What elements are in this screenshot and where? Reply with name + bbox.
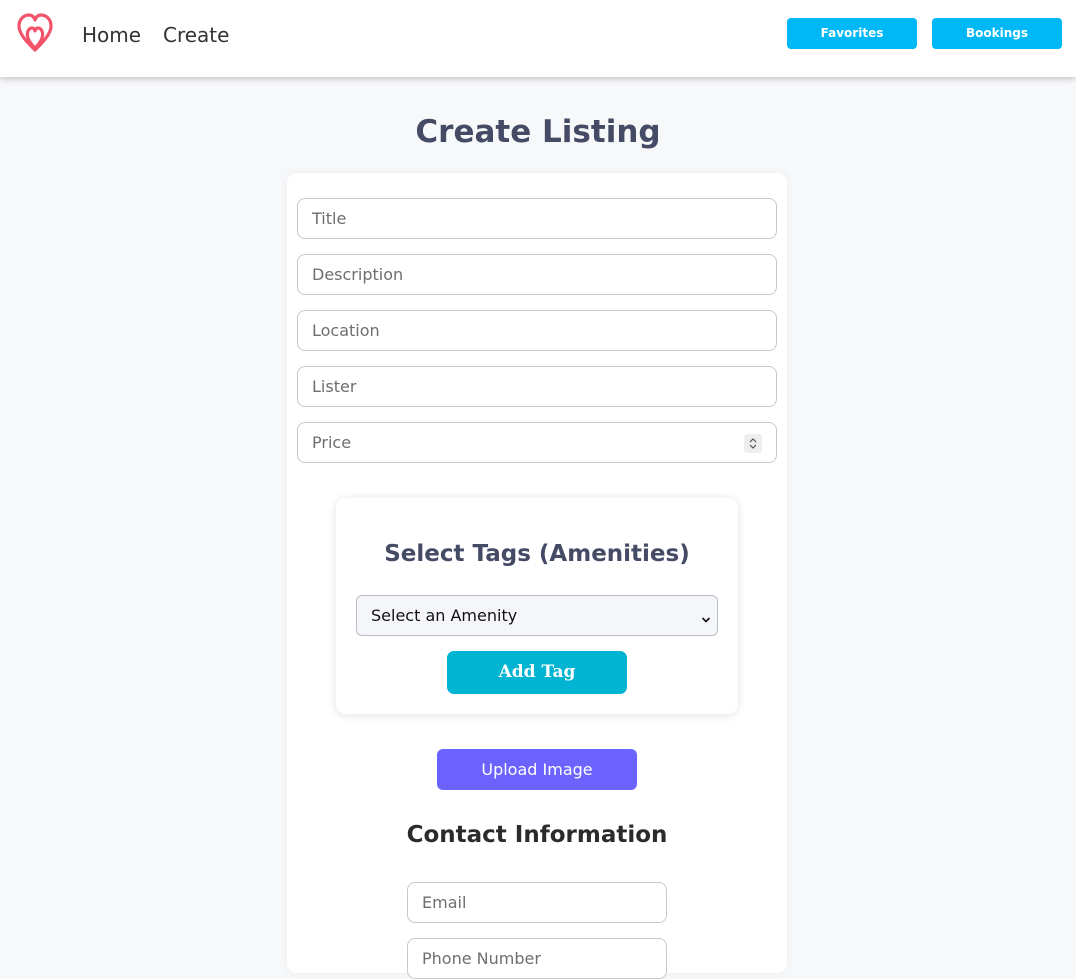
chevron-down-icon bbox=[701, 610, 711, 623]
page-title: Create Listing bbox=[415, 114, 661, 150]
nav-link-create[interactable]: Create bbox=[163, 23, 229, 47]
description-placeholder: Description bbox=[312, 265, 404, 284]
lister-placeholder: Lister bbox=[312, 377, 357, 396]
nav-link-home[interactable]: Home bbox=[82, 23, 141, 47]
upload-image-button[interactable]: Upload Image bbox=[437, 749, 637, 790]
navbar: Home Create Favorites Bookings bbox=[0, 0, 1076, 77]
contact-heading: Contact Information bbox=[406, 822, 668, 848]
add-tag-button[interactable]: Add Tag bbox=[447, 651, 627, 694]
email-placeholder: Email bbox=[422, 893, 467, 912]
title-placeholder: Title bbox=[312, 209, 347, 228]
favorites-button[interactable]: Favorites bbox=[787, 18, 917, 49]
amenity-select-value: Select an Amenity bbox=[371, 606, 518, 625]
amenity-select[interactable]: Select an Amenity bbox=[356, 595, 718, 636]
location-input[interactable]: Location bbox=[297, 310, 777, 351]
phone-placeholder: Phone Number bbox=[422, 949, 541, 968]
title-input[interactable]: Title bbox=[297, 198, 777, 239]
price-stepper-icon[interactable] bbox=[744, 434, 762, 453]
price-input[interactable]: Price bbox=[297, 422, 777, 463]
lister-input[interactable]: Lister bbox=[297, 366, 777, 407]
description-input[interactable]: Description bbox=[297, 254, 777, 295]
bookings-button[interactable]: Bookings bbox=[932, 18, 1062, 49]
tags-panel: Select Tags (Amenities) Select an Amenit… bbox=[336, 498, 738, 714]
price-placeholder: Price bbox=[312, 433, 352, 452]
phone-input[interactable]: Phone Number bbox=[407, 938, 667, 979]
location-placeholder: Location bbox=[312, 321, 380, 340]
tags-heading: Select Tags (Amenities) bbox=[384, 541, 690, 567]
email-input[interactable]: Email bbox=[407, 882, 667, 923]
airbnb-logo-icon[interactable] bbox=[15, 12, 55, 54]
